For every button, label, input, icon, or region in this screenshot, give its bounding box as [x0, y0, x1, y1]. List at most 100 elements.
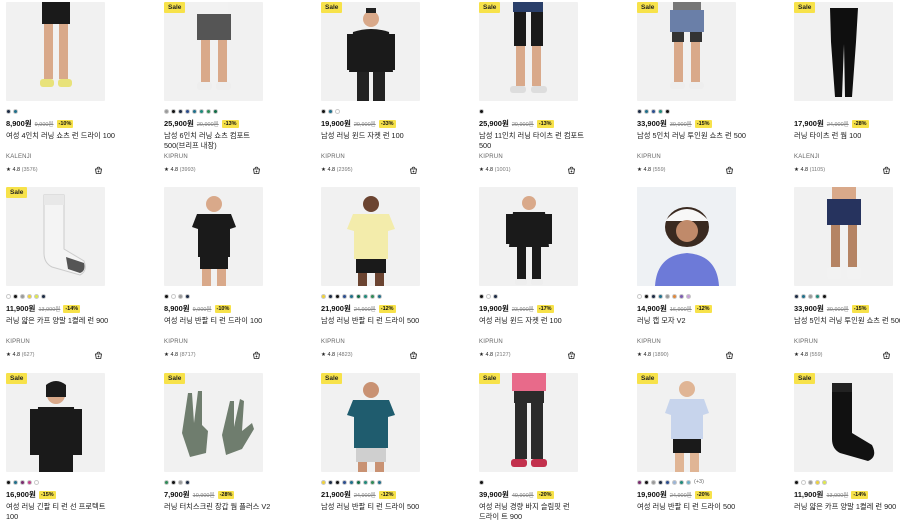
- color-swatch[interactable]: [34, 293, 39, 299]
- product-image[interactable]: Sale: [637, 2, 736, 101]
- color-swatch[interactable]: [644, 108, 649, 114]
- color-swatch[interactable]: [479, 479, 484, 485]
- add-to-cart-button[interactable]: [94, 351, 103, 360]
- product-card[interactable]: Sale 16,900원 -15% 여성 러닝 긴팔 티 런 선 프로텍트 10…: [6, 373, 116, 522]
- color-swatch[interactable]: [20, 479, 25, 485]
- product-image[interactable]: Sale: [164, 2, 263, 101]
- color-swatch[interactable]: [335, 293, 340, 299]
- color-swatch[interactable]: [178, 108, 183, 114]
- product-card[interactable]: 33,900원 39,900원 -15% 남성 5인치 러닝 투인원 쇼츠 런 …: [794, 187, 900, 360]
- color-swatch[interactable]: [328, 479, 333, 485]
- color-swatch[interactable]: [479, 108, 484, 114]
- product-name[interactable]: 러닝 타이츠 런 웜 100: [794, 131, 900, 151]
- color-swatch[interactable]: [171, 293, 176, 299]
- product-image[interactable]: [164, 187, 263, 286]
- color-swatch[interactable]: [164, 108, 169, 114]
- product-name[interactable]: 여성 러닝 경량 바지 슬림핏 런 드라이 트 900: [479, 502, 589, 522]
- color-swatch[interactable]: [370, 479, 375, 485]
- color-swatch[interactable]: [651, 293, 656, 299]
- product-name[interactable]: 남성 11인치 러닝 타이츠 런 컴포트 500: [479, 131, 589, 151]
- add-to-cart-button[interactable]: [409, 351, 418, 360]
- color-swatch[interactable]: [206, 108, 211, 114]
- color-swatch[interactable]: [486, 293, 491, 299]
- color-swatch[interactable]: [679, 293, 684, 299]
- color-swatch[interactable]: [679, 479, 684, 485]
- color-swatch[interactable]: [27, 479, 32, 485]
- color-swatch[interactable]: [815, 293, 820, 299]
- color-swatch[interactable]: [658, 479, 663, 485]
- color-swatch[interactable]: [637, 479, 642, 485]
- product-card[interactable]: Sale 39,900원 49,900원 -20% 여성 러닝 경량 바지 슬림…: [479, 373, 589, 522]
- product-card[interactable]: Sale 21,900원 24,900원 -12% 남성 러닝 반팔 티 런 드…: [321, 373, 431, 522]
- color-swatch[interactable]: [342, 479, 347, 485]
- product-name[interactable]: 러닝 얇은 카프 양말 1켤레 런 900: [6, 316, 116, 336]
- product-image[interactable]: Sale: [637, 373, 736, 472]
- product-image[interactable]: [479, 187, 578, 286]
- color-swatch[interactable]: [651, 108, 656, 114]
- add-to-cart-button[interactable]: [725, 351, 734, 360]
- color-swatch[interactable]: [13, 479, 18, 485]
- product-name[interactable]: 여성 러닝 윈드 자켓 런 100: [479, 316, 589, 336]
- color-swatch[interactable]: [13, 293, 18, 299]
- product-card[interactable]: Sale 25,900원 29,900원 -13% 남성 6인치 러닝 쇼츠 컴…: [164, 2, 274, 175]
- color-swatch[interactable]: [178, 479, 183, 485]
- color-swatch[interactable]: [637, 108, 642, 114]
- color-swatch[interactable]: [349, 479, 354, 485]
- add-to-cart-button[interactable]: [567, 166, 576, 175]
- product-name[interactable]: 남성 러닝 윈드 자켓 런 100: [321, 131, 431, 151]
- product-card[interactable]: Sale 25,900원 29,900원 -13% 남성 11인치 러닝 타이츠…: [479, 2, 589, 175]
- color-swatch[interactable]: [665, 479, 670, 485]
- product-card[interactable]: Sale (+3) 19,900원 24,900원 -20% 여성 러닝 반팔 …: [637, 373, 747, 522]
- color-swatch[interactable]: [20, 293, 25, 299]
- add-to-cart-button[interactable]: [252, 166, 261, 175]
- color-swatch[interactable]: [185, 108, 190, 114]
- color-swatch[interactable]: [651, 479, 656, 485]
- color-swatch[interactable]: [822, 293, 827, 299]
- color-swatch[interactable]: [171, 479, 176, 485]
- color-swatch[interactable]: [808, 293, 813, 299]
- product-image[interactable]: [794, 187, 893, 286]
- product-name[interactable]: 러닝 얇은 카프 양말 1켤레 런 900: [794, 502, 900, 522]
- color-swatch[interactable]: [192, 108, 197, 114]
- product-name[interactable]: 남성 러닝 반팔 티 런 드라이 500: [321, 502, 431, 522]
- color-swatch[interactable]: [808, 479, 813, 485]
- product-card[interactable]: Sale 19,900원 29,900원 -33% 남성 러닝 윈드 자켓 런 …: [321, 2, 431, 175]
- product-image[interactable]: Sale: [164, 373, 263, 472]
- product-image[interactable]: Sale: [321, 373, 420, 472]
- color-swatch[interactable]: [185, 479, 190, 485]
- add-to-cart-button[interactable]: [252, 351, 261, 360]
- color-swatch[interactable]: [665, 293, 670, 299]
- color-swatch[interactable]: [41, 293, 46, 299]
- color-swatch[interactable]: [213, 108, 218, 114]
- product-card[interactable]: Sale 7,900원 10,900원 -28% 러닝 터치스크린 장갑 웜 플…: [164, 373, 274, 522]
- color-swatch[interactable]: [377, 479, 382, 485]
- color-swatch[interactable]: [321, 293, 326, 299]
- product-name[interactable]: 여성 4인치 러닝 쇼츠 런 드라이 100: [6, 131, 116, 151]
- product-name[interactable]: 러닝 터치스크린 장갑 웜 플러스 V2: [164, 502, 274, 522]
- product-image[interactable]: Sale: [479, 2, 578, 101]
- more-colors-count[interactable]: (+3): [694, 479, 704, 485]
- color-swatch[interactable]: [672, 293, 677, 299]
- product-image[interactable]: Sale: [479, 373, 578, 472]
- add-to-cart-button[interactable]: [409, 166, 418, 175]
- color-swatch[interactable]: [794, 479, 799, 485]
- product-image[interactable]: Sale: [6, 373, 105, 472]
- color-swatch[interactable]: [493, 293, 498, 299]
- add-to-cart-button[interactable]: [725, 166, 734, 175]
- color-swatch[interactable]: [794, 293, 799, 299]
- color-swatch[interactable]: [801, 479, 806, 485]
- color-swatch[interactable]: [822, 479, 827, 485]
- product-image[interactable]: Sale: [321, 2, 420, 101]
- color-swatch[interactable]: [164, 479, 169, 485]
- product-card[interactable]: Sale 17,900원 24,900원 -28% 러닝 타이츠 런 웜 100…: [794, 2, 900, 175]
- color-swatch[interactable]: [335, 479, 340, 485]
- color-swatch[interactable]: [672, 479, 677, 485]
- product-name[interactable]: 여성 러닝 반팔 티 런 드라이 500: [637, 502, 747, 522]
- product-card[interactable]: 19,900원 23,900원 -17% 여성 러닝 윈드 자켓 런 100 K…: [479, 187, 589, 360]
- color-swatch[interactable]: [370, 293, 375, 299]
- color-swatch[interactable]: [815, 479, 820, 485]
- product-image[interactable]: [637, 187, 736, 286]
- color-swatch[interactable]: [658, 293, 663, 299]
- product-card[interactable]: 21,900원 24,900원 -12% 남성 러닝 반팔 티 런 드라이 50…: [321, 187, 431, 360]
- product-card[interactable]: Sale 33,900원 39,900원 -15% 남성 5인치 러닝 투인원 …: [637, 2, 747, 175]
